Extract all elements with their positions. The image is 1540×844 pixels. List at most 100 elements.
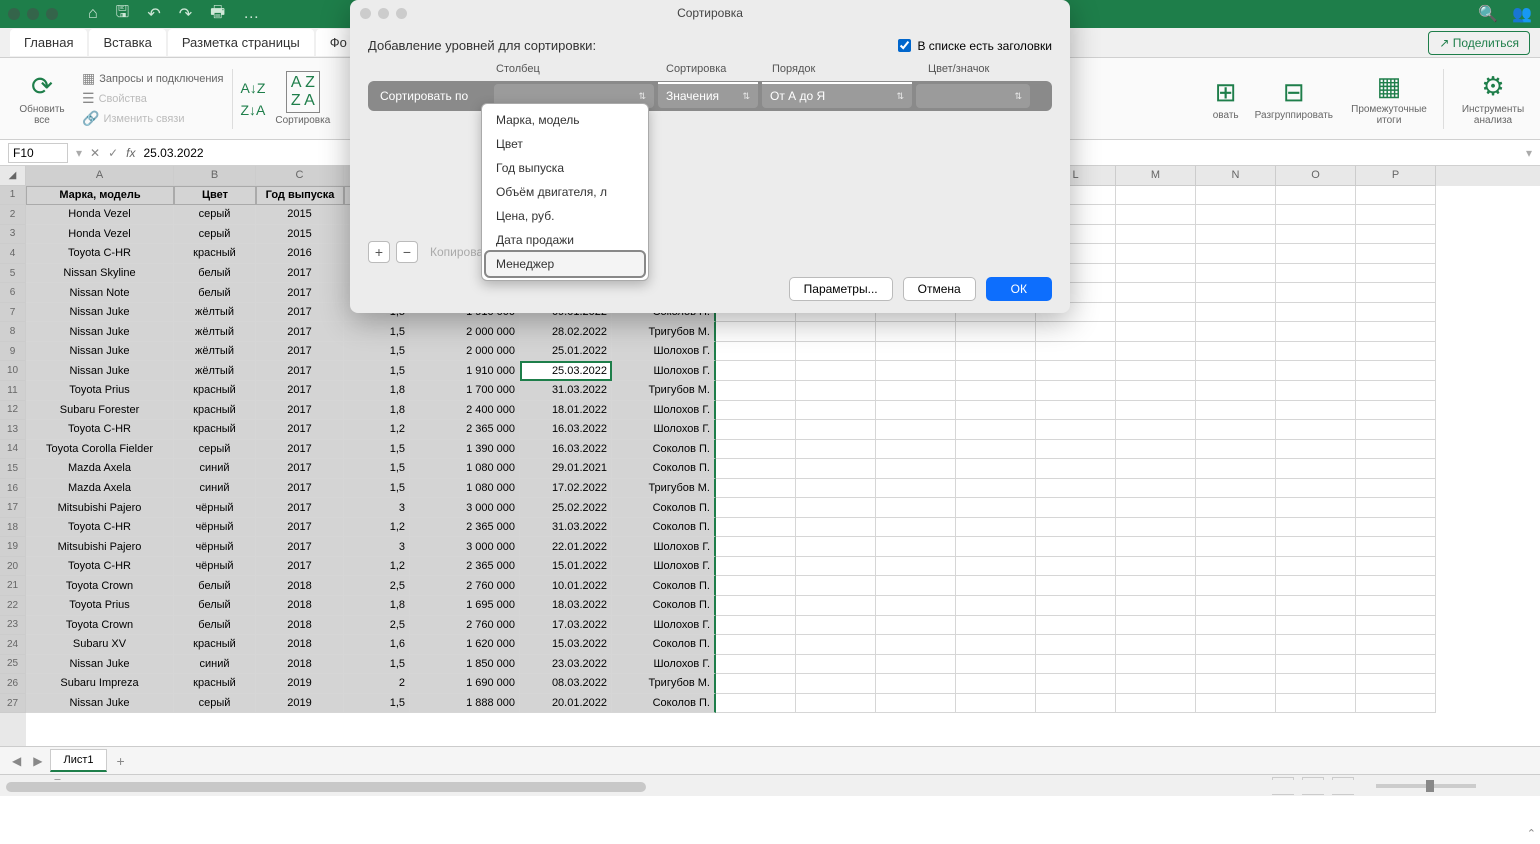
cell[interactable] xyxy=(1196,322,1276,342)
cell[interactable]: Mazda Axela xyxy=(26,459,174,479)
cell[interactable] xyxy=(1356,401,1436,421)
row-header[interactable]: 10 xyxy=(0,361,26,381)
analysis-button[interactable]: ⚙ Инструменты анализа xyxy=(1452,69,1534,128)
cell[interactable] xyxy=(1356,264,1436,284)
row-header[interactable]: 21 xyxy=(0,576,26,596)
cell[interactable]: Соколов П. xyxy=(612,576,716,596)
cell[interactable] xyxy=(796,420,876,440)
cell[interactable] xyxy=(1116,518,1196,538)
cell[interactable]: Honda Vezel xyxy=(26,225,174,245)
cell[interactable] xyxy=(1196,205,1276,225)
cell[interactable] xyxy=(716,459,796,479)
cell[interactable]: 1,5 xyxy=(344,655,410,675)
cell[interactable] xyxy=(1276,635,1356,655)
cell[interactable] xyxy=(716,381,796,401)
cell[interactable] xyxy=(1356,557,1436,577)
cell[interactable] xyxy=(1116,342,1196,362)
cell[interactable] xyxy=(1196,283,1276,303)
cell[interactable] xyxy=(796,361,876,381)
color-select[interactable]: ⇅ xyxy=(916,84,1030,108)
cell[interactable] xyxy=(796,537,876,557)
cell[interactable] xyxy=(1356,635,1436,655)
cell[interactable]: 1 695 000 xyxy=(410,596,520,616)
cell[interactable] xyxy=(1036,576,1116,596)
cell[interactable]: Subaru XV xyxy=(26,635,174,655)
cell[interactable] xyxy=(1116,596,1196,616)
cell[interactable] xyxy=(716,596,796,616)
cell[interactable] xyxy=(956,596,1036,616)
cell[interactable] xyxy=(1356,381,1436,401)
cell[interactable] xyxy=(1036,401,1116,421)
name-box[interactable] xyxy=(8,143,68,163)
cell[interactable]: 1 080 000 xyxy=(410,479,520,499)
cell[interactable]: 2 365 000 xyxy=(410,557,520,577)
cell[interactable]: 1,2 xyxy=(344,557,410,577)
cell[interactable] xyxy=(1116,303,1196,323)
cell[interactable] xyxy=(1196,576,1276,596)
cell[interactable]: 16.03.2022 xyxy=(520,440,612,460)
cell[interactable]: красный xyxy=(174,381,256,401)
group-button[interactable]: ⊞ овать xyxy=(1207,75,1245,123)
cell[interactable]: Toyota Crown xyxy=(26,576,174,596)
cell[interactable] xyxy=(1116,537,1196,557)
add-sheet-icon[interactable]: + xyxy=(111,751,131,771)
cell[interactable] xyxy=(1116,479,1196,499)
row-header[interactable]: 19 xyxy=(0,537,26,557)
cell[interactable] xyxy=(956,635,1036,655)
home-icon[interactable]: ⌂ xyxy=(88,5,98,23)
sheet-prev-icon[interactable]: ◀ xyxy=(8,754,25,768)
dropdown-option[interactable]: Дата продажи xyxy=(486,228,644,252)
cell[interactable]: 20.01.2022 xyxy=(520,694,612,714)
row-header[interactable]: 14 xyxy=(0,440,26,460)
cell[interactable]: 17.03.2022 xyxy=(520,616,612,636)
cell[interactable]: чёрный xyxy=(174,557,256,577)
cell[interactable] xyxy=(1356,244,1436,264)
cell[interactable]: Соколов П. xyxy=(612,498,716,518)
cell[interactable]: серый xyxy=(174,694,256,714)
column-header[interactable]: A xyxy=(26,166,174,186)
cell[interactable] xyxy=(1196,225,1276,245)
cell[interactable] xyxy=(1036,674,1116,694)
cell[interactable]: синий xyxy=(174,655,256,675)
order-select[interactable]: От А до Я⇅ xyxy=(762,84,912,108)
cell[interactable]: Соколов П. xyxy=(612,694,716,714)
cell[interactable] xyxy=(1036,635,1116,655)
sorton-select[interactable]: Значения⇅ xyxy=(658,84,758,108)
cell[interactable] xyxy=(956,674,1036,694)
cell[interactable] xyxy=(1356,420,1436,440)
zoom-slider[interactable] xyxy=(1376,784,1476,788)
cell[interactable] xyxy=(796,342,876,362)
cell[interactable] xyxy=(1276,225,1356,245)
cell[interactable]: чёрный xyxy=(174,537,256,557)
cell[interactable] xyxy=(796,518,876,538)
cell[interactable] xyxy=(796,674,876,694)
cell[interactable] xyxy=(1276,186,1356,206)
cell[interactable]: 2016 xyxy=(256,244,344,264)
cell[interactable] xyxy=(1276,420,1356,440)
cell[interactable]: 2017 xyxy=(256,459,344,479)
cell[interactable]: Соколов П. xyxy=(612,635,716,655)
cell[interactable] xyxy=(1036,420,1116,440)
fx-icon[interactable]: fx xyxy=(126,146,135,160)
collapse-ribbon-icon[interactable]: ⌃ xyxy=(1527,827,1536,840)
cell[interactable]: 1,5 xyxy=(344,342,410,362)
cell[interactable] xyxy=(956,576,1036,596)
cell[interactable] xyxy=(876,420,956,440)
column-header[interactable]: B xyxy=(174,166,256,186)
row-header[interactable]: 20 xyxy=(0,557,26,577)
cell[interactable] xyxy=(876,576,956,596)
cell[interactable]: 2 760 000 xyxy=(410,616,520,636)
cell[interactable] xyxy=(876,557,956,577)
cell[interactable]: 2017 xyxy=(256,518,344,538)
cell[interactable]: белый xyxy=(174,576,256,596)
cell[interactable] xyxy=(1116,186,1196,206)
cell[interactable]: Honda Vezel xyxy=(26,205,174,225)
cell[interactable] xyxy=(1356,361,1436,381)
row-header[interactable]: 13 xyxy=(0,420,26,440)
more-icon[interactable]: … xyxy=(243,5,259,23)
cell[interactable] xyxy=(1356,440,1436,460)
tab-home[interactable]: Главная xyxy=(10,29,87,56)
cell[interactable]: 1,5 xyxy=(344,694,410,714)
cell[interactable] xyxy=(876,381,956,401)
cell[interactable] xyxy=(716,440,796,460)
